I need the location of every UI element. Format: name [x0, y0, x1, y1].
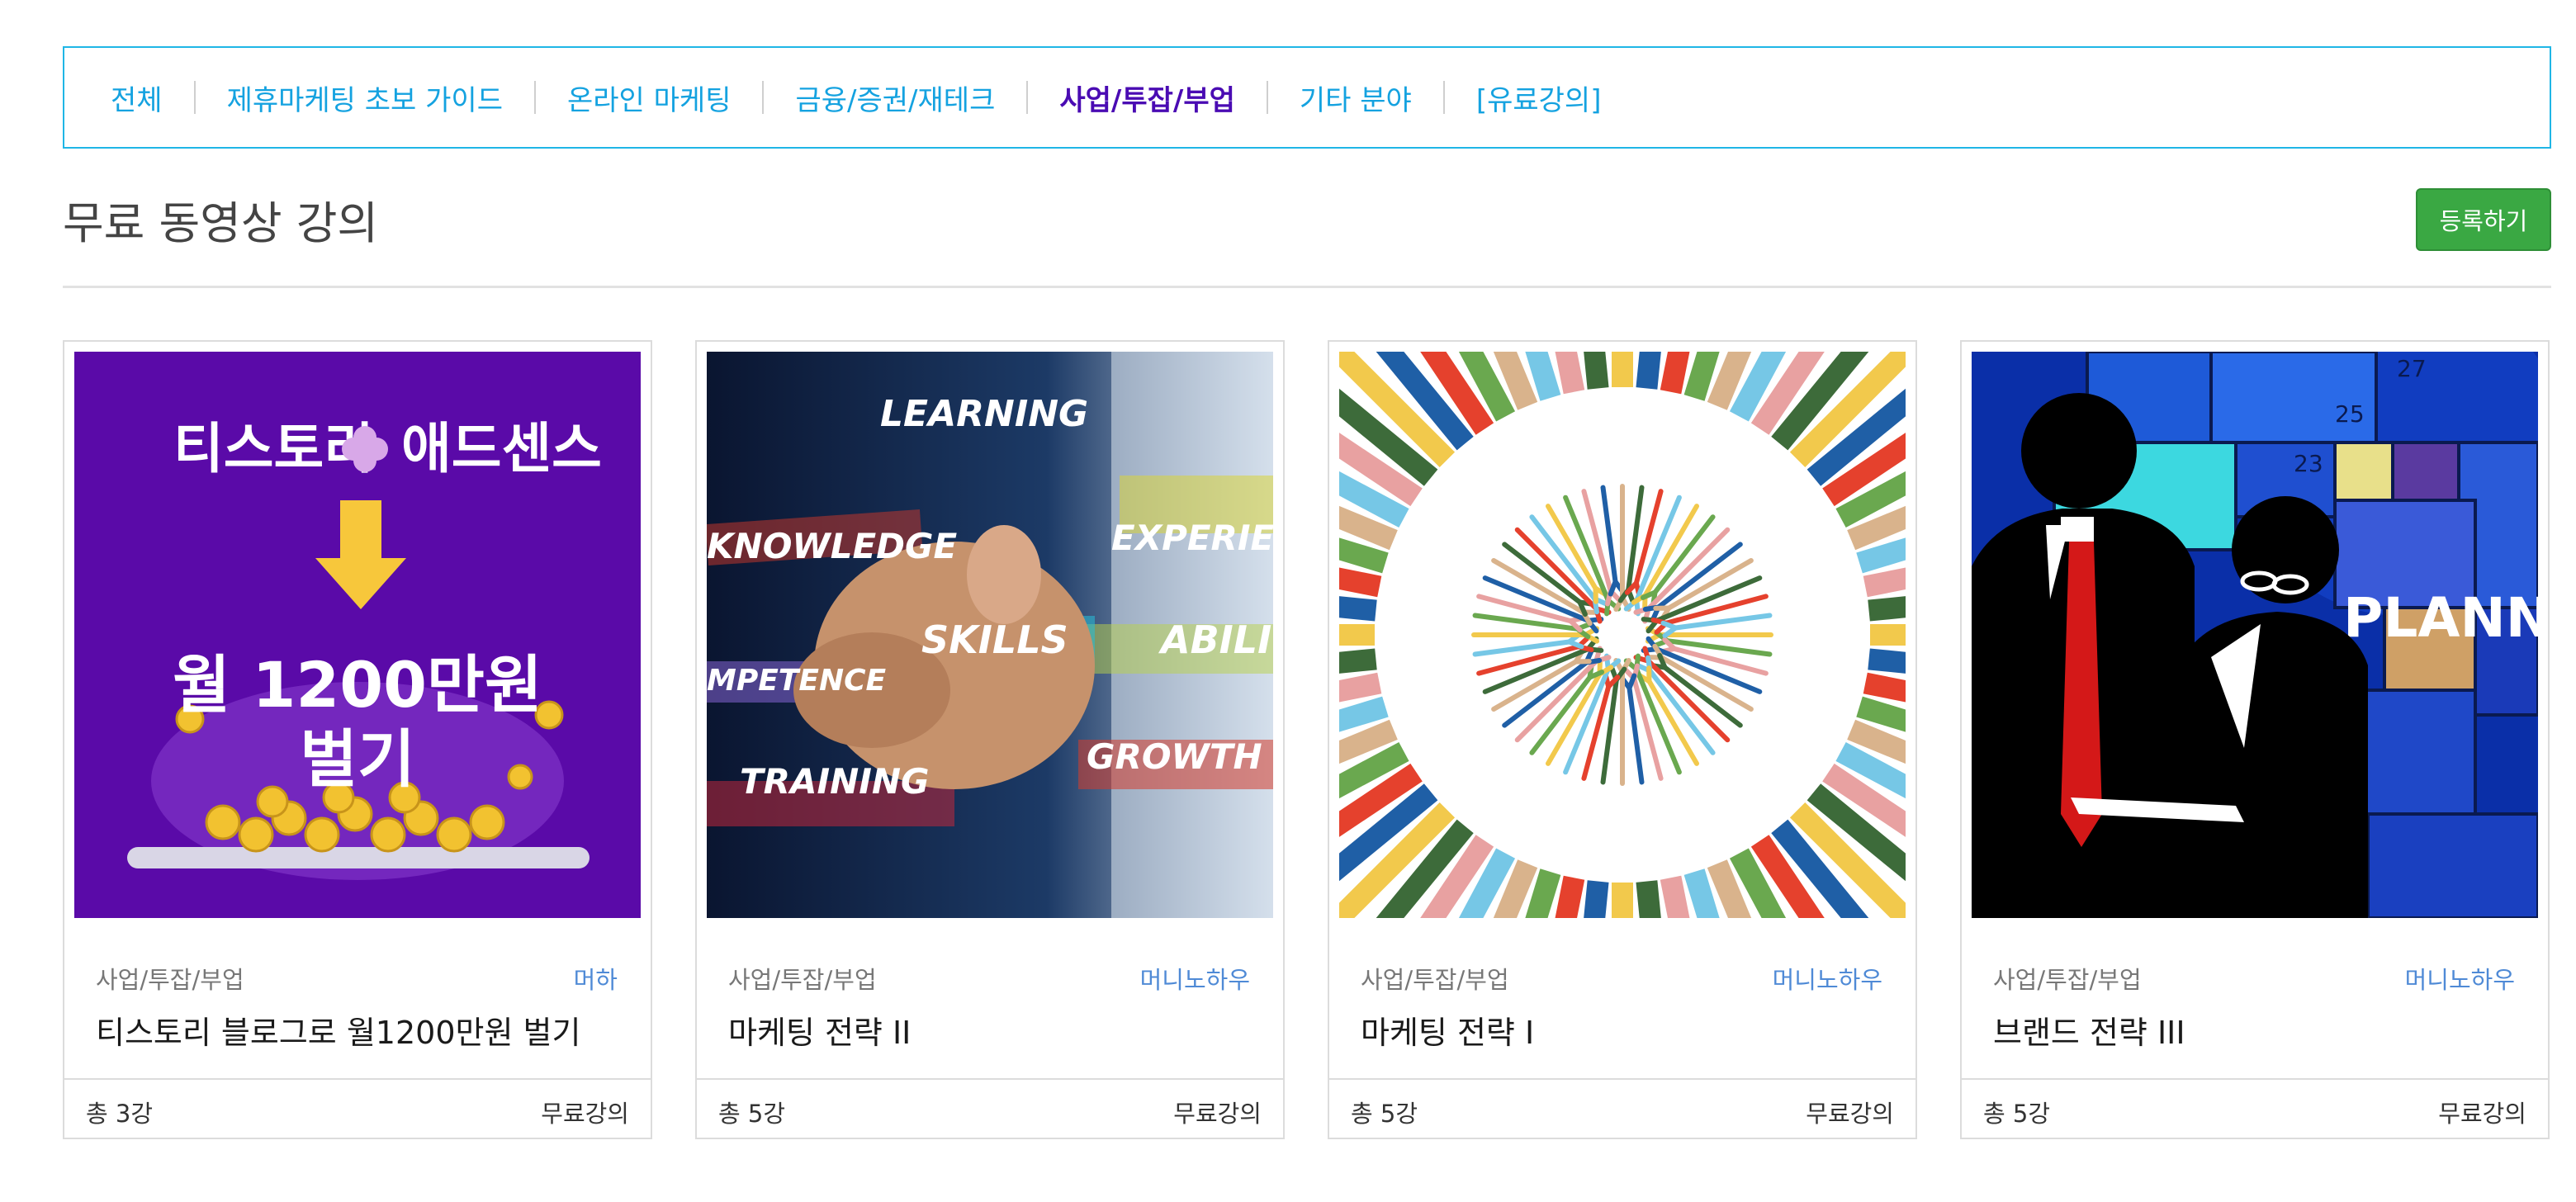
nav-separator: [193, 81, 196, 114]
card-divider: [697, 1078, 1283, 1080]
course-category: 사업/투잡/부업: [1993, 966, 2142, 994]
course-category: 사업/투잡/부업: [96, 966, 244, 994]
category-link-business[interactable]: 사업/투잡/부업: [1059, 78, 1235, 118]
page-title: 무료 동영상 강의: [63, 197, 379, 249]
course-title[interactable]: 티스토리 블로그로 월1200만원 벌기: [96, 1007, 580, 1053]
business-people-thumbnail: PLANN 23 25 27: [1972, 352, 2538, 918]
course-title[interactable]: 마케팅 전략 I: [1361, 1007, 1534, 1053]
course-category: 사업/투잡/부업: [1361, 966, 1509, 994]
converging-arrows-thumbnail: [1339, 352, 1906, 918]
course-author[interactable]: 머니노하우: [1773, 961, 1882, 996]
course-card[interactable]: 사업/투잡/부업 머니노하우 마케팅 전략 I 총 5강 무료강의: [1328, 340, 1917, 1139]
card-divider: [1962, 1078, 2548, 1080]
category-link-paid[interactable]: [유료강의]: [1476, 78, 1602, 118]
course-category: 사업/투잡/부업: [728, 966, 877, 994]
course-thumbnail[interactable]: 티스토리 애드센스 월 1200만원 벌기: [74, 352, 641, 918]
thumb-word-competence: MPETENCE: [707, 664, 886, 698]
clock-number: 25: [2335, 400, 2365, 428]
course-title[interactable]: 마케팅 전략 II: [728, 1007, 911, 1053]
thumb-word-training: TRAINING: [740, 761, 930, 802]
register-button[interactable]: 등록하기: [2416, 188, 2551, 251]
tistory-adsense-thumbnail: 티스토리 애드센스 월 1200만원 벌기: [74, 352, 641, 918]
thumb-text-amount: 월 1200만원: [173, 648, 542, 722]
thumb-word-learning: LEARNING: [880, 393, 1088, 435]
course-author[interactable]: 머하: [574, 961, 618, 996]
price-label: 무료강의: [1173, 1100, 1262, 1128]
nav-separator: [533, 81, 536, 114]
clock-number: 23: [2294, 450, 2323, 477]
category-nav: 전체 제휴마케팅 초보 가이드 온라인 마케팅 금융/증권/재테크 사업/투잡/…: [63, 46, 2551, 149]
price-label: 무료강의: [541, 1100, 629, 1128]
category-link-finance[interactable]: 금융/증권/재테크: [795, 78, 995, 118]
price-label: 무료강의: [2438, 1100, 2526, 1128]
course-author[interactable]: 머니노하우: [1140, 961, 1250, 996]
thumb-word-experience: EXPERIE: [1111, 518, 1273, 558]
thumb-text-adsense: 애드센스: [401, 417, 602, 480]
category-link-other[interactable]: 기타 분야: [1300, 78, 1412, 118]
thumb-word-ability: ABILI: [1158, 618, 1271, 662]
card-divider: [64, 1078, 651, 1080]
price-label: 무료강의: [1806, 1100, 1894, 1128]
course-thumbnail[interactable]: [1339, 352, 1906, 918]
category-link-all[interactable]: 전체: [111, 78, 163, 118]
nav-separator: [762, 81, 765, 114]
clock-number: 27: [2397, 355, 2427, 382]
lecture-count: 총 5강: [1983, 1100, 2051, 1128]
course-author[interactable]: 머니노하우: [2405, 961, 2515, 996]
course-card[interactable]: PLANN 23 25 27 사업/투잡/부업 머니노하우 브랜드 전략 III…: [1960, 340, 2550, 1139]
nav-separator: [1266, 81, 1268, 114]
lecture-count: 총 5강: [1351, 1100, 1418, 1128]
nav-separator: [1442, 81, 1445, 114]
course-card[interactable]: LEARNING KNOWLEDGE EXPERIE SKILLS ABILI …: [695, 340, 1285, 1139]
thumb-sign-text: PLANN: [2343, 586, 2538, 650]
lecture-count: 총 5강: [718, 1100, 786, 1128]
learning-skills-thumbnail: LEARNING KNOWLEDGE EXPERIE SKILLS ABILI …: [707, 352, 1273, 918]
course-title[interactable]: 브랜드 전략 III: [1993, 1007, 2185, 1053]
lecture-count: 총 3강: [86, 1100, 154, 1128]
course-card[interactable]: 티스토리 애드센스 월 1200만원 벌기 사업/투잡/부업 머하 티스토리 블…: [63, 340, 652, 1139]
thumb-text-earn: 벌기: [300, 722, 415, 796]
course-thumbnail[interactable]: PLANN 23 25 27: [1972, 352, 2538, 918]
category-link-online-marketing[interactable]: 온라인 마케팅: [567, 78, 732, 118]
header-divider: [63, 286, 2551, 288]
card-divider: [1329, 1078, 1915, 1080]
thumb-word-skills: SKILLS: [921, 618, 1068, 662]
thumb-word-growth: GROWTH: [1087, 736, 1262, 777]
nav-separator: [1026, 81, 1029, 114]
course-thumbnail[interactable]: LEARNING KNOWLEDGE EXPERIE SKILLS ABILI …: [707, 352, 1273, 918]
thumb-word-knowledge: KNOWLEDGE: [707, 526, 958, 566]
category-link-affiliate-guide[interactable]: 제휴마케팅 초보 가이드: [227, 78, 503, 118]
